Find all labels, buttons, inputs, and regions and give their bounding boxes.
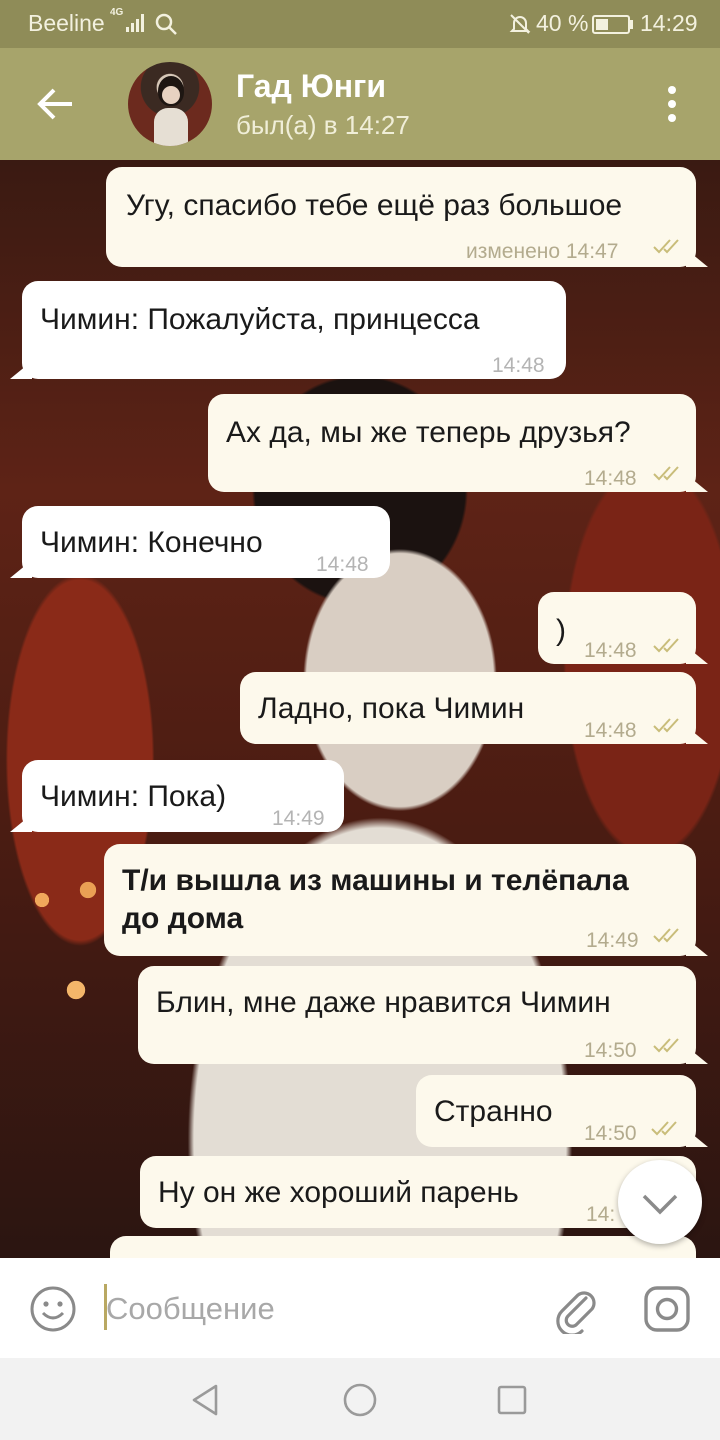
message-text: Чимин: Пожалуйста, принцесса	[40, 303, 480, 336]
message-time: 14:48	[584, 467, 637, 490]
double-check-icon	[653, 1038, 679, 1053]
battery-icon	[592, 15, 630, 34]
message-time: 14:50	[584, 1122, 637, 1145]
message-text: Чимин: Конечно	[40, 526, 263, 559]
message-time: 14:48	[492, 354, 545, 377]
system-navigation-bar	[0, 1358, 720, 1440]
message-outgoing[interactable]: Ладно, пока Чимин 14:48	[240, 672, 696, 744]
double-check-icon	[653, 638, 679, 653]
double-check-icon	[653, 928, 679, 943]
message-outgoing[interactable]: Блин, мне даже нравится Чимин 14:50	[138, 966, 696, 1064]
message-list[interactable]: Угу, спасибо тебе ещё раз большое измене…	[0, 160, 720, 1258]
message-outgoing[interactable]: Угу, спасибо тебе ещё раз большое измене…	[106, 167, 696, 267]
chevron-down-icon	[642, 1194, 678, 1215]
message-time: 14:48	[584, 639, 637, 662]
double-check-icon	[651, 1121, 677, 1136]
message-time: 14:	[586, 1203, 616, 1226]
message-incoming[interactable]: Чимин: Конечно 14:48	[22, 506, 390, 578]
message-outgoing[interactable]: Странно 14:50	[416, 1075, 696, 1147]
contact-name[interactable]: Гад Юнги	[236, 68, 386, 105]
avatar-figure-face	[162, 86, 180, 104]
message-time: 14:49	[272, 807, 325, 830]
search-icon	[155, 13, 177, 35]
message-text: Ладно, пока Чимин	[258, 692, 525, 725]
battery-tip	[630, 20, 633, 29]
smile-icon[interactable]	[28, 1284, 78, 1334]
last-seen-status: был(а) в 14:27	[236, 110, 410, 140]
status-time: 14:29	[640, 10, 698, 36]
message-time: 14:50	[584, 1039, 637, 1062]
message-outgoing[interactable]: ) 14:48	[538, 592, 696, 664]
back-triangle-icon[interactable]	[186, 1380, 226, 1420]
message-text-line: до дома	[122, 902, 244, 935]
message-text: Ах да, мы же теперь друзья?	[226, 416, 631, 449]
carrier-name: Beeline	[28, 10, 105, 36]
network-type: 4G	[110, 7, 124, 18]
double-check-icon	[653, 239, 679, 254]
message-time: 14:49	[586, 929, 639, 952]
message-outgoing[interactable]: Ах да, мы же теперь друзья? 14:48	[208, 394, 696, 492]
message-outgoing[interactable]: Ну он же хороший парень 14:	[140, 1156, 696, 1228]
message-input[interactable]	[106, 1288, 526, 1330]
message-composer	[0, 1258, 720, 1358]
battery-percent: 40 %	[536, 10, 589, 36]
more-vertical-icon[interactable]	[656, 84, 688, 124]
message-text: Блин, мне даже нравится Чимин	[156, 986, 611, 1019]
camera-icon[interactable]	[642, 1284, 692, 1334]
status-bar: Beeline 4G 40 % 14:29	[0, 0, 720, 48]
home-circle-icon[interactable]	[340, 1380, 380, 1420]
message-text-line: Т/и вышла из машины и телёпала	[122, 864, 629, 897]
message-incoming[interactable]: Чимин: Пожалуйста, принцесса 14:48	[22, 281, 566, 379]
avatar[interactable]	[128, 62, 212, 146]
double-check-icon	[653, 466, 679, 481]
message-text: Угу, спасибо тебе ещё раз большое	[126, 189, 623, 222]
signal-icon	[126, 14, 144, 32]
chat-header: Гад Юнги был(а) в 14:27	[0, 48, 720, 160]
arrow-left-icon[interactable]	[30, 82, 78, 126]
scroll-down-button[interactable]	[618, 1160, 702, 1244]
message-outgoing-partial[interactable]	[110, 1236, 696, 1258]
message-time: 14:48	[584, 719, 637, 742]
bell-off-icon	[509, 14, 531, 34]
message-time: изменено 14:47	[466, 240, 619, 263]
message-incoming[interactable]: Чимин: Пока) 14:49	[22, 760, 344, 832]
avatar-figure-body	[154, 108, 188, 146]
paperclip-icon[interactable]	[552, 1284, 600, 1334]
double-check-icon	[653, 718, 679, 733]
message-time: 14:48	[316, 553, 369, 576]
message-text: Ну он же хороший парень	[158, 1176, 519, 1209]
message-text: Странно	[434, 1095, 553, 1128]
message-outgoing[interactable]: Т/и вышла из машины и телёпала до дома 1…	[104, 844, 696, 956]
recents-square-icon[interactable]	[492, 1380, 532, 1420]
message-text: )	[556, 614, 566, 647]
message-text: Чимин: Пока)	[40, 780, 227, 813]
